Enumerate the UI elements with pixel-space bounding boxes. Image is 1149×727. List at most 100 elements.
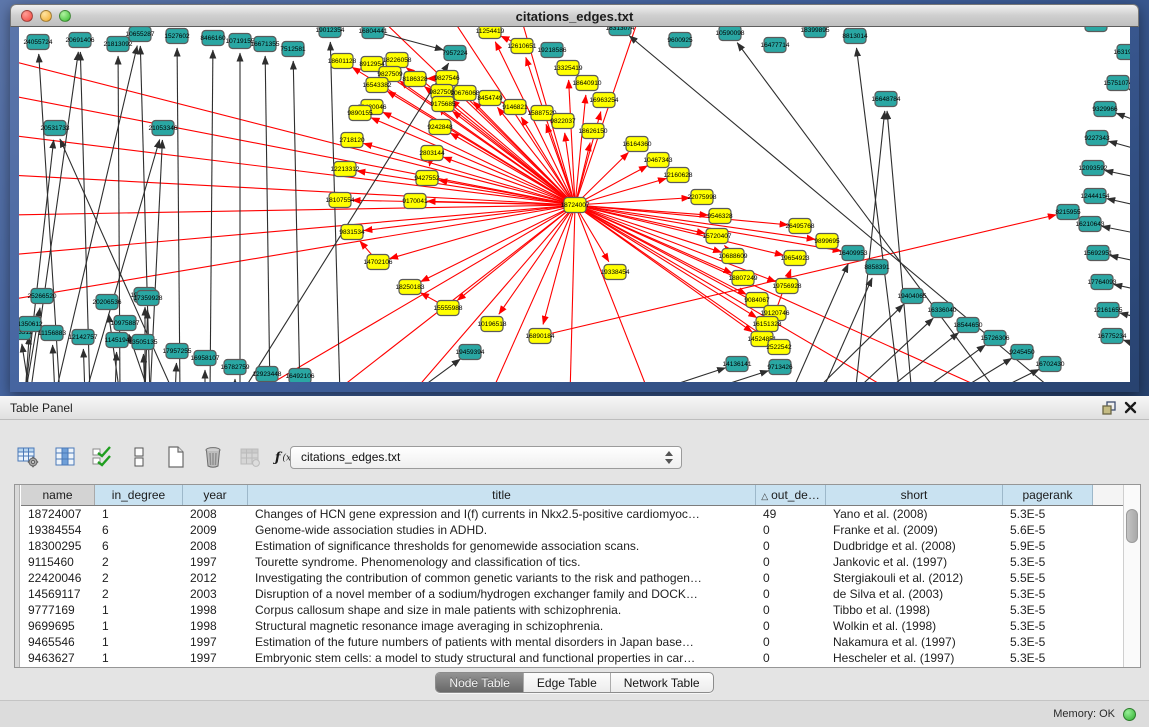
network-edge[interactable] xyxy=(570,205,575,382)
network-edge[interactable] xyxy=(915,345,985,382)
network-edge[interactable] xyxy=(820,278,872,382)
network-node[interactable]: 17359928 xyxy=(134,291,163,306)
cell-out_de[interactable]: 0 xyxy=(756,570,826,586)
network-edge[interactable] xyxy=(357,171,575,205)
network-node[interactable]: 16336040 xyxy=(928,303,957,318)
cell-year[interactable]: 2008 xyxy=(183,538,248,554)
cell-in_degree[interactable]: 2 xyxy=(95,554,183,570)
network-node[interactable]: 12610651 xyxy=(508,39,537,54)
network-node[interactable]: 18107554 xyxy=(326,193,355,208)
cell-pagerank[interactable]: 5.3E-5 xyxy=(1003,618,1093,634)
tab-network-table[interactable]: Network Table xyxy=(611,673,713,692)
cell-short[interactable]: Dudbridge et al. (2008) xyxy=(826,538,1003,554)
cell-out_de[interactable]: 0 xyxy=(756,602,826,618)
network-node[interactable]: 13505135 xyxy=(129,335,158,350)
network-node[interactable]: 16409953 xyxy=(839,246,868,261)
cell-in_degree[interactable]: 1 xyxy=(95,506,183,522)
network-node[interactable]: 7957224 xyxy=(442,46,468,61)
network-node[interactable]: 15751074 xyxy=(1104,76,1130,91)
network-node[interactable]: 8858391 xyxy=(864,260,890,275)
network-node[interactable]: 26495768 xyxy=(786,219,815,234)
table-selector-dropdown[interactable]: citations_edges.txt xyxy=(290,446,682,469)
network-edge[interactable] xyxy=(690,371,769,382)
cell-title[interactable]: Structural magnetic resonance image aver… xyxy=(248,618,756,634)
network-node[interactable]: 9329966 xyxy=(1092,102,1118,117)
table-row[interactable]: 911546021997Tourette syndrome. Phenomeno… xyxy=(21,554,1123,570)
cell-short[interactable]: Jankovic et al. (1997) xyxy=(826,554,1003,570)
cell-name[interactable]: 9463627 xyxy=(21,650,95,666)
network-node[interactable]: 16648784 xyxy=(872,92,901,107)
network-node[interactable]: 18544650 xyxy=(954,318,983,333)
cell-pagerank[interactable]: 5.3E-5 xyxy=(1003,554,1093,570)
network-node[interactable]: 16782759 xyxy=(221,360,250,375)
cell-pagerank[interactable]: 5.6E-5 xyxy=(1003,522,1093,538)
cell-pagerank[interactable]: 5.3E-5 xyxy=(1003,586,1093,602)
table-options-icon[interactable] xyxy=(14,443,42,471)
cell-out_de[interactable]: 0 xyxy=(756,650,826,666)
table-row[interactable]: 1872400712008Changes of HCN gene express… xyxy=(21,506,1123,522)
network-edge[interactable] xyxy=(19,205,575,215)
window-titlebar[interactable]: citations_edges.txt xyxy=(10,4,1139,27)
cell-in_degree[interactable]: 2 xyxy=(95,570,183,586)
network-node[interactable]: 18601128 xyxy=(328,54,357,69)
network-node[interactable]: 17957255 xyxy=(163,344,192,359)
cell-title[interactable]: Estimation of significance thresholds fo… xyxy=(248,538,756,554)
cell-in_degree[interactable]: 6 xyxy=(95,522,183,538)
network-node[interactable]: 2718120 xyxy=(339,133,365,148)
network-node[interactable]: 9890155 xyxy=(347,106,373,121)
network-node[interactable]: 16775234 xyxy=(1098,329,1127,344)
network-node[interactable]: 9600925 xyxy=(667,33,693,48)
network-node[interactable]: 16492106 xyxy=(286,369,315,383)
network-edge[interactable] xyxy=(177,48,180,382)
cell-short[interactable]: Franke et al. (2009) xyxy=(826,522,1003,538)
network-node[interactable]: 19218586 xyxy=(538,43,567,58)
tab-node-table[interactable]: Node Table xyxy=(436,673,524,692)
network-node[interactable]: 2803144 xyxy=(419,146,445,161)
cell-year[interactable]: 1997 xyxy=(183,650,248,666)
network-edge[interactable] xyxy=(790,264,848,382)
table-row[interactable]: 1830029562008Estimation of significance … xyxy=(21,538,1123,554)
network-edge[interactable] xyxy=(19,95,575,205)
network-node[interactable]: 18313074 xyxy=(606,27,635,36)
cell-in_degree[interactable]: 1 xyxy=(95,618,183,634)
network-node[interactable]: 8454749 xyxy=(477,91,503,106)
network-node[interactable]: 22075998 xyxy=(688,190,717,205)
cell-format-icon[interactable] xyxy=(125,443,153,471)
network-node[interactable]: 12923448 xyxy=(253,367,282,382)
new-table-icon[interactable] xyxy=(162,443,190,471)
cell-short[interactable]: Stergiakouli et al. (2012) xyxy=(826,570,1003,586)
table-row[interactable]: 1456911722003Disruption of a novel membe… xyxy=(21,586,1123,602)
column-header-short[interactable]: short xyxy=(826,485,1003,505)
network-node[interactable]: 18807249 xyxy=(729,271,758,286)
cell-short[interactable]: de Silva et al. (2003) xyxy=(826,586,1003,602)
close-panel-icon[interactable] xyxy=(1124,401,1137,419)
network-node[interactable]: 9242848 xyxy=(427,120,453,135)
network-node[interactable]: 10655287 xyxy=(126,27,155,42)
cell-in_degree[interactable]: 6 xyxy=(95,538,183,554)
cell-name[interactable]: 22420046 xyxy=(21,570,95,586)
network-node[interactable]: 8813014 xyxy=(842,29,868,44)
network-node[interactable]: 9427552 xyxy=(414,171,440,186)
network-edge[interactable] xyxy=(210,50,213,382)
cell-year[interactable]: 1998 xyxy=(183,618,248,634)
vertical-scrollbar[interactable] xyxy=(1123,485,1140,667)
cell-out_de[interactable]: 0 xyxy=(756,586,826,602)
network-node[interactable]: 9546328 xyxy=(707,209,733,224)
network-node[interactable]: 9713426 xyxy=(767,360,793,375)
network-edge[interactable] xyxy=(240,63,449,382)
cell-out_de[interactable]: 0 xyxy=(756,538,826,554)
scrollbar-thumb[interactable] xyxy=(1126,509,1138,543)
float-panel-icon[interactable] xyxy=(1102,401,1117,420)
network-node[interactable]: 10196518 xyxy=(478,317,507,332)
network-node[interactable]: 15720407 xyxy=(703,229,732,244)
column-header-year[interactable]: year xyxy=(183,485,248,505)
network-node[interactable]: 11156883 xyxy=(38,326,66,341)
cell-name[interactable]: 9115460 xyxy=(21,554,95,570)
network-node[interactable]: 18250183 xyxy=(396,280,425,295)
cell-title[interactable]: Changes of HCN gene expression and I(f) … xyxy=(248,506,756,522)
cell-pagerank[interactable]: 5.3E-5 xyxy=(1003,634,1093,650)
cell-title[interactable]: Disruption of a novel member of a sodium… xyxy=(248,586,756,602)
column-header-out_de[interactable]: △out_de… xyxy=(756,485,826,505)
network-node[interactable]: 19459394 xyxy=(456,345,485,360)
network-edge[interactable] xyxy=(499,205,575,314)
